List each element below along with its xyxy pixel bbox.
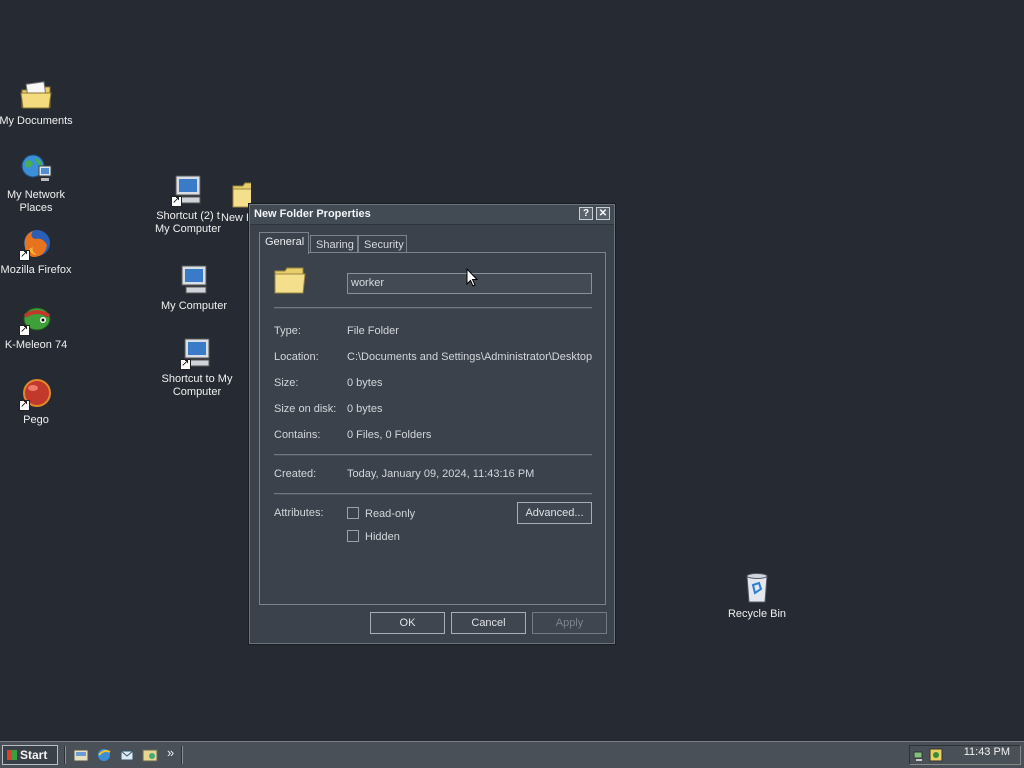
shortcut-arrow-icon	[171, 194, 182, 207]
advanced-button[interactable]: Advanced...	[517, 502, 592, 524]
desktop-icon-label: My Computer	[160, 300, 228, 312]
my-documents-icon	[19, 78, 53, 112]
show-desktop-icon[interactable]	[73, 747, 89, 763]
shortcut-arrow-icon	[19, 248, 30, 261]
network-places-icon	[19, 152, 53, 186]
computer-icon	[177, 263, 211, 297]
desktop-icon-label: Mozilla Firefox	[0, 264, 72, 276]
cancel-button[interactable]: Cancel	[451, 612, 526, 634]
firefox-icon	[19, 227, 53, 261]
outlook-express-icon[interactable]	[119, 747, 135, 763]
general-tab-panel: worker Type: File Folder Location: C:\Do…	[259, 252, 606, 605]
computer-icon	[171, 173, 205, 207]
window-title: New Folder Properties	[254, 208, 371, 220]
shortcut-arrow-icon	[19, 323, 30, 336]
divider	[64, 746, 66, 764]
close-button[interactable]: ✕	[596, 207, 610, 220]
start-label: Start	[20, 748, 48, 762]
desktop-icon-label: My Documents	[0, 115, 73, 127]
internet-explorer-icon[interactable]	[96, 747, 112, 763]
taskbar: Start » 11:43 PM	[0, 741, 1024, 768]
windows-flag-icon	[7, 750, 17, 760]
ok-button[interactable]: OK	[370, 612, 445, 634]
folder-icon	[274, 266, 306, 296]
k-meleon-icon	[19, 302, 53, 336]
desktop-icon-label: K-Meleon 74	[4, 339, 68, 351]
separator	[274, 493, 592, 495]
divider	[181, 746, 183, 764]
attributes-label: Attributes:	[274, 507, 324, 519]
media-player-icon[interactable]	[142, 747, 158, 763]
security-tray-icon[interactable]	[929, 748, 943, 762]
location-value[interactable]: C:\Documents and Settings\Administrator\…	[347, 351, 592, 363]
contains-label: Contains:	[274, 429, 321, 441]
separator	[274, 307, 592, 309]
shortcut-arrow-icon	[19, 398, 30, 411]
created-value: Today, January 09, 2024, 11:43:16 PM	[347, 468, 535, 480]
desktop-icon-label: My Network Places	[6, 189, 66, 214]
apply-button[interactable]: Apply	[532, 612, 607, 634]
size-label: Size:	[274, 377, 299, 389]
folder-properties-window: New Folder Properties ? ✕ General Sharin…	[249, 204, 615, 644]
desktop-icon-label: Pego	[23, 414, 49, 426]
desktop-icon-label: Shortcut to My Computer	[161, 373, 233, 398]
title-bar[interactable]: New Folder Properties ? ✕	[250, 205, 614, 225]
hidden-checkbox[interactable]	[347, 530, 359, 542]
network-tray-icon[interactable]	[913, 748, 927, 762]
readonly-checkbox[interactable]	[347, 507, 359, 519]
tab-sharing[interactable]: Sharing	[310, 235, 358, 253]
clock[interactable]: 11:43 PM	[964, 746, 1010, 758]
pego-icon	[19, 377, 53, 411]
type-label: Type:	[274, 325, 301, 337]
computer-icon	[180, 336, 214, 370]
folder-icon	[231, 178, 251, 212]
shortcut-arrow-icon	[180, 357, 191, 370]
desktop-icon-label: New F	[221, 212, 251, 224]
desktop-icon-new-folder[interactable]: New F	[215, 178, 251, 225]
readonly-label[interactable]: Read-only	[365, 508, 415, 520]
tab-security[interactable]: Security	[358, 235, 407, 253]
desktop-icon-recycle-bin[interactable]: Recycle Bin	[719, 571, 795, 621]
desktop-icon-pego[interactable]: Pego	[0, 377, 74, 427]
hidden-label[interactable]: Hidden	[365, 531, 400, 543]
desktop-icon-mozilla-firefox[interactable]: Mozilla Firefox	[0, 227, 74, 277]
type-value: File Folder	[347, 325, 399, 337]
desktop-icon-k-meleon[interactable]: K-Meleon 74	[0, 302, 74, 352]
help-button[interactable]: ?	[579, 207, 593, 220]
size-on-disk-value: 0 bytes	[347, 403, 383, 415]
desktop-icon-my-network-places[interactable]: My Network Places	[0, 152, 74, 215]
size-on-disk-label: Size on disk:	[274, 403, 337, 415]
tab-general[interactable]: General	[259, 232, 309, 254]
quick-launch-overflow[interactable]: »	[167, 745, 174, 760]
start-button[interactable]: Start	[2, 745, 58, 765]
location-label: Location:	[274, 351, 319, 363]
created-label: Created:	[274, 468, 317, 480]
mouse-cursor-icon	[466, 268, 478, 287]
size-value: 0 bytes	[347, 377, 383, 389]
desktop-icon-shortcut-to-my-computer[interactable]: Shortcut to My Computer	[159, 336, 235, 399]
desktop-icon-my-documents[interactable]: My Documents	[0, 78, 74, 128]
desktop-icon-label: Recycle Bin	[727, 608, 787, 620]
separator	[274, 454, 592, 456]
desktop-icon-my-computer[interactable]: My Computer	[156, 263, 232, 313]
recycle-bin-icon	[740, 571, 774, 605]
contains-value: 0 Files, 0 Folders	[347, 429, 432, 441]
